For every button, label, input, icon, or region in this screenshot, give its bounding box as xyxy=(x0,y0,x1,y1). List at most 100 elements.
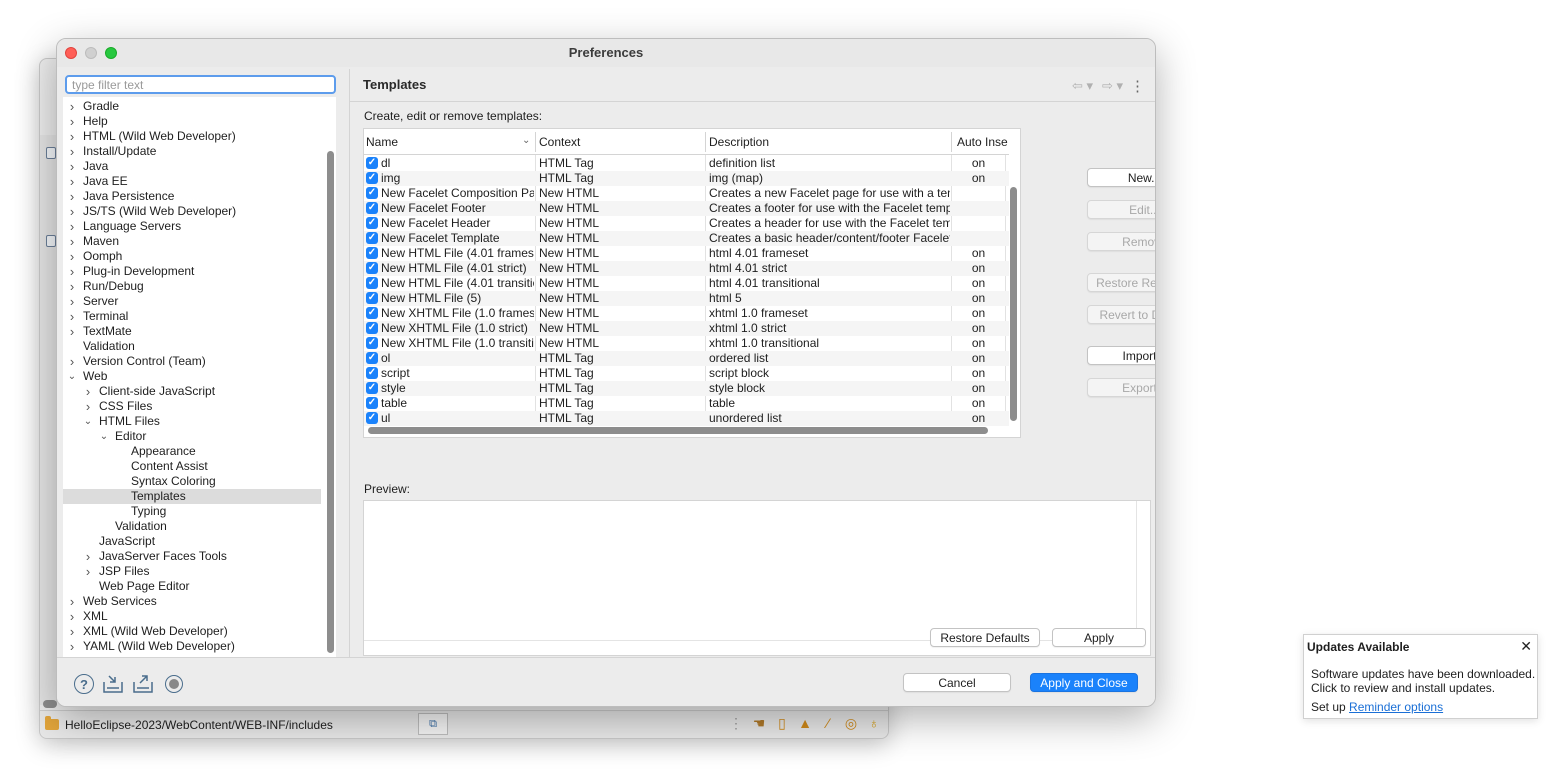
tree-item[interactable]: Typing xyxy=(63,504,321,519)
chevron-right-icon[interactable]: › xyxy=(67,624,77,639)
tree-item[interactable]: › TextMate xyxy=(63,324,321,339)
view-menu-icon[interactable]: ⋮ xyxy=(1130,77,1145,95)
chevron-right-icon[interactable]: › xyxy=(67,324,77,339)
enabled-checkbox[interactable]: ✓ xyxy=(366,187,378,199)
table-row[interactable]: ✓ New Facelet Template New HTML Creates a b… xyxy=(364,231,1009,246)
table-row[interactable]: ✓ New HTML File (4.01 frameset) New HTML ht… xyxy=(364,246,1009,261)
chevron-right-icon[interactable]: › xyxy=(67,264,77,279)
enabled-checkbox[interactable]: ✓ xyxy=(366,157,378,169)
enabled-checkbox[interactable]: ✓ xyxy=(366,232,378,244)
tree-item[interactable]: › Web Services xyxy=(63,594,321,609)
column-separator[interactable] xyxy=(705,132,706,152)
chevron-right-icon[interactable]: › xyxy=(67,99,77,114)
close-icon[interactable]: ✕ xyxy=(1520,638,1532,655)
chevron-right-icon[interactable]: › xyxy=(83,384,93,399)
tree-item[interactable]: Validation xyxy=(63,339,321,354)
tree-item[interactable]: › Maven xyxy=(63,234,321,249)
enabled-checkbox[interactable]: ✓ xyxy=(366,172,378,184)
table-row[interactable]: ✓ New Facelet Header New HTML Creates a hea… xyxy=(364,216,1009,231)
chevron-right-icon[interactable]: › xyxy=(67,294,77,309)
enabled-checkbox[interactable]: ✓ xyxy=(366,247,378,259)
wand-icon[interactable]: ⁄ xyxy=(820,715,836,732)
table-row[interactable]: ✓ table HTML Tag table on xyxy=(364,396,1009,411)
tree-item[interactable]: Content Assist xyxy=(63,459,321,474)
tree-item[interactable]: Appearance xyxy=(63,444,321,459)
enabled-checkbox[interactable]: ✓ xyxy=(366,367,378,379)
chevron-right-icon[interactable]: › xyxy=(67,279,77,294)
chevron-right-icon[interactable]: › xyxy=(67,639,77,654)
import-button[interactable]: Import... xyxy=(1087,346,1155,365)
reminder-options-link[interactable]: Reminder options xyxy=(1349,700,1443,714)
table-row[interactable]: ✓ img HTML Tag img (map) on xyxy=(364,171,1009,186)
tree-scrollbar-thumb[interactable] xyxy=(327,151,334,653)
chevron-down-icon[interactable]: ⌄ xyxy=(67,369,77,384)
tree-item[interactable]: Templates xyxy=(63,489,321,504)
column-header-auto-insert[interactable]: Auto Inse xyxy=(957,135,1008,149)
tree-item[interactable]: › Java EE xyxy=(63,174,321,189)
tree-item[interactable]: › HTML (Wild Web Developer) xyxy=(63,129,321,144)
tree-item[interactable]: › JSP Files xyxy=(63,564,321,579)
apply-button[interactable]: Apply xyxy=(1052,628,1146,647)
help-icon[interactable]: ? xyxy=(73,673,95,695)
tree-item[interactable]: › JavaServer Faces Tools xyxy=(63,549,321,564)
tree-item[interactable]: › Java Persistence xyxy=(63,189,321,204)
import-preferences-icon[interactable] xyxy=(102,673,124,695)
tree-item[interactable]: › Language Servers xyxy=(63,219,321,234)
tree-item[interactable]: › CSS Files xyxy=(63,399,321,414)
restore-defaults-button[interactable]: Restore Defaults xyxy=(930,628,1040,647)
chevron-right-icon[interactable]: › xyxy=(67,594,77,609)
enabled-checkbox[interactable]: ✓ xyxy=(366,352,378,364)
tree-item[interactable]: JavaScript xyxy=(63,534,321,549)
chevron-down-icon[interactable]: ⌄ xyxy=(83,414,93,429)
new-template-button[interactable]: New... xyxy=(1087,168,1155,187)
tree-item[interactable]: Syntax Coloring xyxy=(63,474,321,489)
edit-template-button[interactable]: Edit... xyxy=(1087,200,1155,219)
chevron-right-icon[interactable]: › xyxy=(67,174,77,189)
tree-item[interactable]: › Oomph xyxy=(63,249,321,264)
chevron-right-icon[interactable]: › xyxy=(67,144,77,159)
column-header-context[interactable]: Context xyxy=(539,135,580,149)
forward-arrow-icon[interactable]: ⇨ ▾ xyxy=(1102,78,1123,94)
chevron-right-icon[interactable]: › xyxy=(67,234,77,249)
chevron-right-icon[interactable]: › xyxy=(67,309,77,324)
enabled-checkbox[interactable]: ✓ xyxy=(366,262,378,274)
tree-item[interactable]: › Gradle xyxy=(63,99,321,114)
column-header-name[interactable]: Name xyxy=(366,135,398,149)
cancel-button[interactable]: Cancel xyxy=(903,673,1011,692)
column-header-description[interactable]: Description xyxy=(709,135,769,149)
restore-removed-button[interactable]: Restore Removed xyxy=(1087,273,1155,292)
table-row[interactable]: ✓ New Facelet Composition Page New HTML Cre… xyxy=(364,186,1009,201)
tree-item[interactable]: › Install/Update xyxy=(63,144,321,159)
tree-item[interactable]: › Plug-in Development xyxy=(63,264,321,279)
tree-item[interactable]: › Client-side JavaScript xyxy=(63,384,321,399)
chevron-right-icon[interactable]: › xyxy=(83,549,93,564)
table-row[interactable]: ✓ New HTML File (5) New HTML html 5 on xyxy=(364,291,1009,306)
tree-item[interactable]: ⌄ HTML Files xyxy=(63,414,321,429)
chevron-right-icon[interactable]: › xyxy=(67,129,77,144)
updates-notification[interactable]: Updates Available ✕ Software updates hav… xyxy=(1303,634,1538,719)
tree-item[interactable]: › Terminal xyxy=(63,309,321,324)
workbench-scrollbar[interactable] xyxy=(43,700,57,708)
tree-item[interactable]: › Java xyxy=(63,159,321,174)
table-row[interactable]: ✓ dl HTML Tag definition list on xyxy=(364,156,1009,171)
table-horizontal-scrollbar[interactable] xyxy=(368,427,988,434)
enabled-checkbox[interactable]: ✓ xyxy=(366,412,378,424)
filter-input[interactable] xyxy=(65,75,336,94)
lightbulb-icon[interactable]: ♁ xyxy=(866,715,882,732)
tree-item[interactable]: › XML xyxy=(63,609,321,624)
status-task-icon[interactable]: ⧉ xyxy=(418,713,448,735)
table-row[interactable]: ✓New HTML File (4.01 transitional) New HT… xyxy=(364,276,1009,291)
view-icon[interactable] xyxy=(46,235,56,247)
chevron-right-icon[interactable]: › xyxy=(83,399,93,414)
book-icon[interactable]: ▯ xyxy=(774,715,790,732)
chevron-right-icon[interactable]: › xyxy=(67,219,77,234)
table-vertical-scrollbar[interactable] xyxy=(1010,187,1017,421)
table-row[interactable]: ✓New XHTML File (1.0 transitional) New HT… xyxy=(364,336,1009,351)
dialog-titlebar[interactable]: Preferences xyxy=(57,39,1155,67)
apply-and-close-button[interactable]: Apply and Close xyxy=(1030,673,1138,692)
notification-body[interactable]: Software updates have been downloaded. C… xyxy=(1311,667,1536,695)
tree-item[interactable]: › JS/TS (Wild Web Developer) xyxy=(63,204,321,219)
enabled-checkbox[interactable]: ✓ xyxy=(366,397,378,409)
tree-item[interactable]: › Run/Debug xyxy=(63,279,321,294)
chevron-right-icon[interactable]: › xyxy=(67,354,77,369)
